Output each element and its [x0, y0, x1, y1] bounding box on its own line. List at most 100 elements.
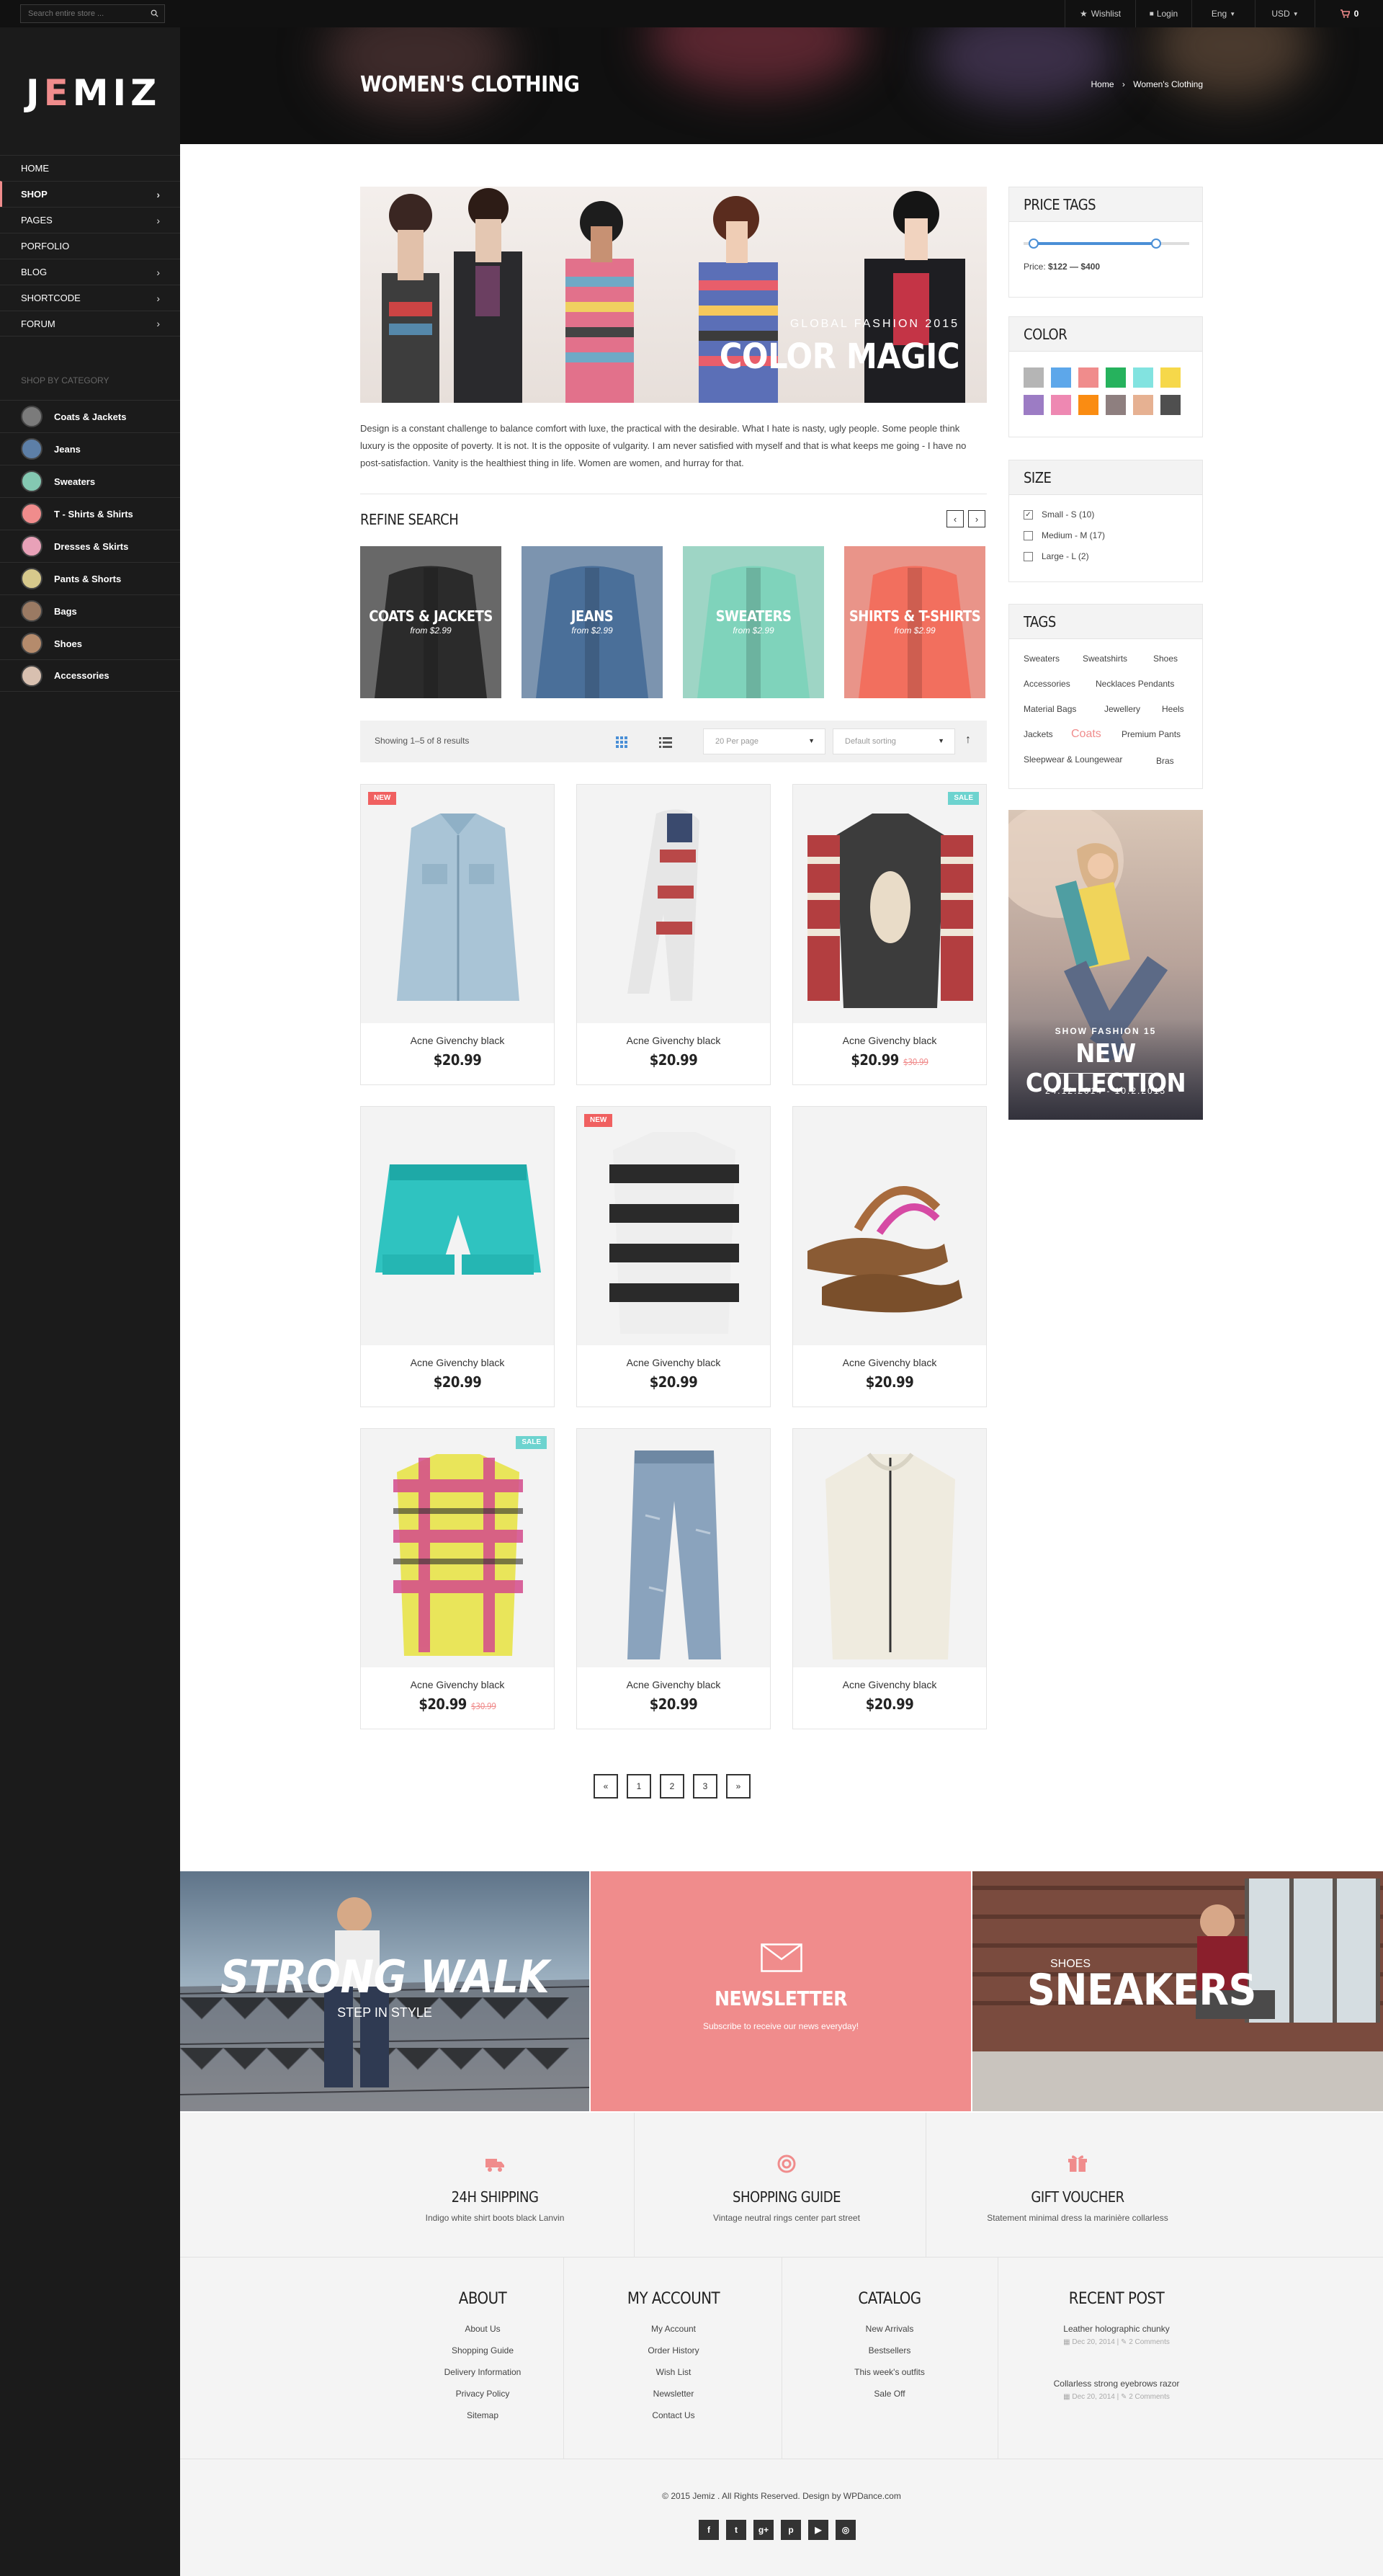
tag-link[interactable]: Coats — [1071, 728, 1101, 741]
product-name[interactable]: Acne Givenchy black — [793, 1357, 986, 1368]
tag-link[interactable]: Sweatshirts — [1083, 654, 1127, 664]
size-option[interactable]: ✓ Small - S (10) — [1024, 509, 1094, 520]
color-swatch[interactable] — [1078, 395, 1098, 415]
footer-link[interactable]: Order History — [601, 2345, 746, 2367]
product-card[interactable]: Acne Givenchy black $20.99 — [576, 1428, 771, 1729]
price-slider-max-handle[interactable] — [1151, 239, 1161, 249]
footer-link[interactable]: Delivery Information — [411, 2367, 555, 2389]
checkbox[interactable] — [1024, 530, 1033, 540]
category-item[interactable]: Sweaters — [0, 465, 180, 497]
nav-item-shop[interactable]: SHOP › — [0, 181, 180, 207]
tag-link[interactable]: Jewellery — [1104, 704, 1140, 714]
tag-link[interactable]: Sleepwear & Loungewear — [1024, 754, 1122, 765]
tag-link[interactable]: Shoes — [1153, 654, 1178, 664]
footer-link[interactable]: Privacy Policy — [411, 2389, 555, 2410]
product-image[interactable] — [361, 1107, 554, 1345]
currency-select[interactable]: USD ▼ — [1255, 0, 1315, 27]
twitter-button[interactable]: t — [726, 2520, 746, 2540]
footer-link[interactable]: About Us — [411, 2324, 555, 2345]
color-swatch[interactable] — [1133, 395, 1153, 415]
category-item[interactable]: Accessories — [0, 659, 180, 692]
price-slider-min-handle[interactable] — [1028, 239, 1039, 249]
color-swatch[interactable] — [1160, 395, 1181, 415]
list-view-icon[interactable] — [659, 736, 672, 748]
footer-link[interactable]: Sitemap — [411, 2410, 555, 2432]
nav-item-home[interactable]: HOME — [0, 155, 180, 181]
checkbox[interactable]: ✓ — [1024, 509, 1033, 520]
page-button-2[interactable]: 2 — [660, 1774, 684, 1799]
color-swatch[interactable] — [1078, 367, 1098, 388]
footer-link[interactable]: My Account — [601, 2324, 746, 2345]
tag-link[interactable]: Premium Pants — [1122, 729, 1181, 739]
product-card[interactable]: SALE Acne Givenchy black $20.99 $30.99 — [360, 1428, 555, 1729]
product-card[interactable]: Acne Givenchy black $20.99 — [576, 784, 771, 1085]
footer-link[interactable]: Sale Off — [818, 2389, 962, 2410]
product-name[interactable]: Acne Givenchy black — [577, 1357, 770, 1368]
pinterest-button[interactable]: p — [781, 2520, 801, 2540]
color-swatch[interactable] — [1160, 367, 1181, 388]
post-comments[interactable]: 2 Comments — [1129, 2393, 1170, 2401]
nav-item-blog[interactable]: BLOG › — [0, 259, 180, 285]
tag-link[interactable]: Sweaters — [1024, 654, 1060, 664]
tag-link[interactable]: Necklaces Pendants — [1096, 679, 1174, 689]
refine-next-button[interactable]: › — [968, 510, 985, 527]
color-swatch[interactable] — [1133, 367, 1153, 388]
instagram-button[interactable]: ◎ — [836, 2520, 856, 2540]
category-item[interactable]: Coats & Jackets — [0, 400, 180, 432]
size-option[interactable]: Large - L (2) — [1024, 551, 1089, 561]
refine-card[interactable]: SWEATERS from $2.99 — [683, 546, 824, 698]
tag-link[interactable]: Material Bags — [1024, 704, 1076, 714]
youtube-button[interactable]: ▶ — [808, 2520, 828, 2540]
facebook-button[interactable]: f — [699, 2520, 719, 2540]
product-card[interactable]: Acne Givenchy black $20.99 — [360, 1106, 555, 1407]
footer-link[interactable]: Wish List — [601, 2367, 746, 2389]
product-image[interactable] — [361, 785, 554, 1023]
product-card[interactable]: Acne Givenchy black $20.99 — [792, 1428, 987, 1729]
refine-card[interactable]: JEANS from $2.99 — [522, 546, 663, 698]
nav-item-shortcode[interactable]: SHORTCODE › — [0, 285, 180, 311]
product-name[interactable]: Acne Givenchy black — [361, 1679, 554, 1690]
product-name[interactable]: Acne Givenchy black — [577, 1035, 770, 1046]
footer-link[interactable]: Contact Us — [601, 2410, 746, 2432]
product-card[interactable]: Acne Givenchy black $20.99 — [792, 1106, 987, 1407]
product-card[interactable]: SALE Acne Givenchy black $20.99 $30.99 — [792, 784, 987, 1085]
category-item[interactable]: Pants & Shorts — [0, 562, 180, 594]
footer-link[interactable]: New Arrivals — [818, 2324, 962, 2345]
color-swatch[interactable] — [1051, 367, 1071, 388]
footer-link[interactable]: This week's outfits — [818, 2367, 962, 2389]
login-link[interactable]: ■ Login — [1135, 0, 1191, 27]
color-swatch[interactable] — [1106, 367, 1126, 388]
size-option[interactable]: Medium - M (17) — [1024, 530, 1105, 540]
search-input[interactable] — [28, 9, 147, 18]
product-image[interactable] — [793, 1429, 986, 1667]
sort-direction-icon[interactable]: ↑ — [965, 734, 971, 746]
category-item[interactable]: Dresses & Skirts — [0, 530, 180, 562]
product-name[interactable]: Acne Givenchy black — [361, 1357, 554, 1368]
post-comments[interactable]: 2 Comments — [1129, 2338, 1170, 2346]
search-box[interactable] — [20, 4, 165, 23]
refine-card[interactable]: SHIRTS & T-SHIRTS from $2.99 — [844, 546, 985, 698]
checkbox[interactable] — [1024, 551, 1033, 561]
tag-link[interactable]: Jackets — [1024, 729, 1053, 739]
newsletter-tile[interactable]: NEWSLETTER Subscribe to receive our news… — [591, 1871, 971, 2111]
product-card[interactable]: NEW Acne Givenchy black $20.99 — [576, 1106, 771, 1407]
google-plus-button[interactable]: g+ — [753, 2520, 774, 2540]
tag-link[interactable]: Bras — [1156, 756, 1174, 766]
color-swatch[interactable] — [1024, 367, 1044, 388]
product-image[interactable] — [577, 1107, 770, 1345]
product-image[interactable] — [577, 1429, 770, 1667]
category-item[interactable]: T - Shirts & Shirts — [0, 497, 180, 530]
category-item[interactable]: Shoes — [0, 627, 180, 659]
per-page-select[interactable]: 20 Per page ▼ — [703, 728, 825, 754]
breadcrumb-home[interactable]: Home — [1091, 79, 1114, 89]
nav-item-pages[interactable]: PAGES › — [0, 207, 180, 233]
footer-link[interactable]: Newsletter — [601, 2389, 746, 2410]
nav-item-forum[interactable]: FORUM › — [0, 311, 180, 337]
product-image[interactable] — [361, 1429, 554, 1667]
search-icon[interactable] — [151, 9, 158, 17]
product-card[interactable]: NEW Acne Givenchy black $20.99 — [360, 784, 555, 1085]
category-banner[interactable]: GLOBAL FASHION 2015 COLOR MAGIC — [360, 187, 987, 403]
wishlist-link[interactable]: ★ Wishlist — [1065, 0, 1135, 27]
sorting-select[interactable]: Default sorting ▼ — [833, 728, 955, 754]
color-swatch[interactable] — [1106, 395, 1126, 415]
